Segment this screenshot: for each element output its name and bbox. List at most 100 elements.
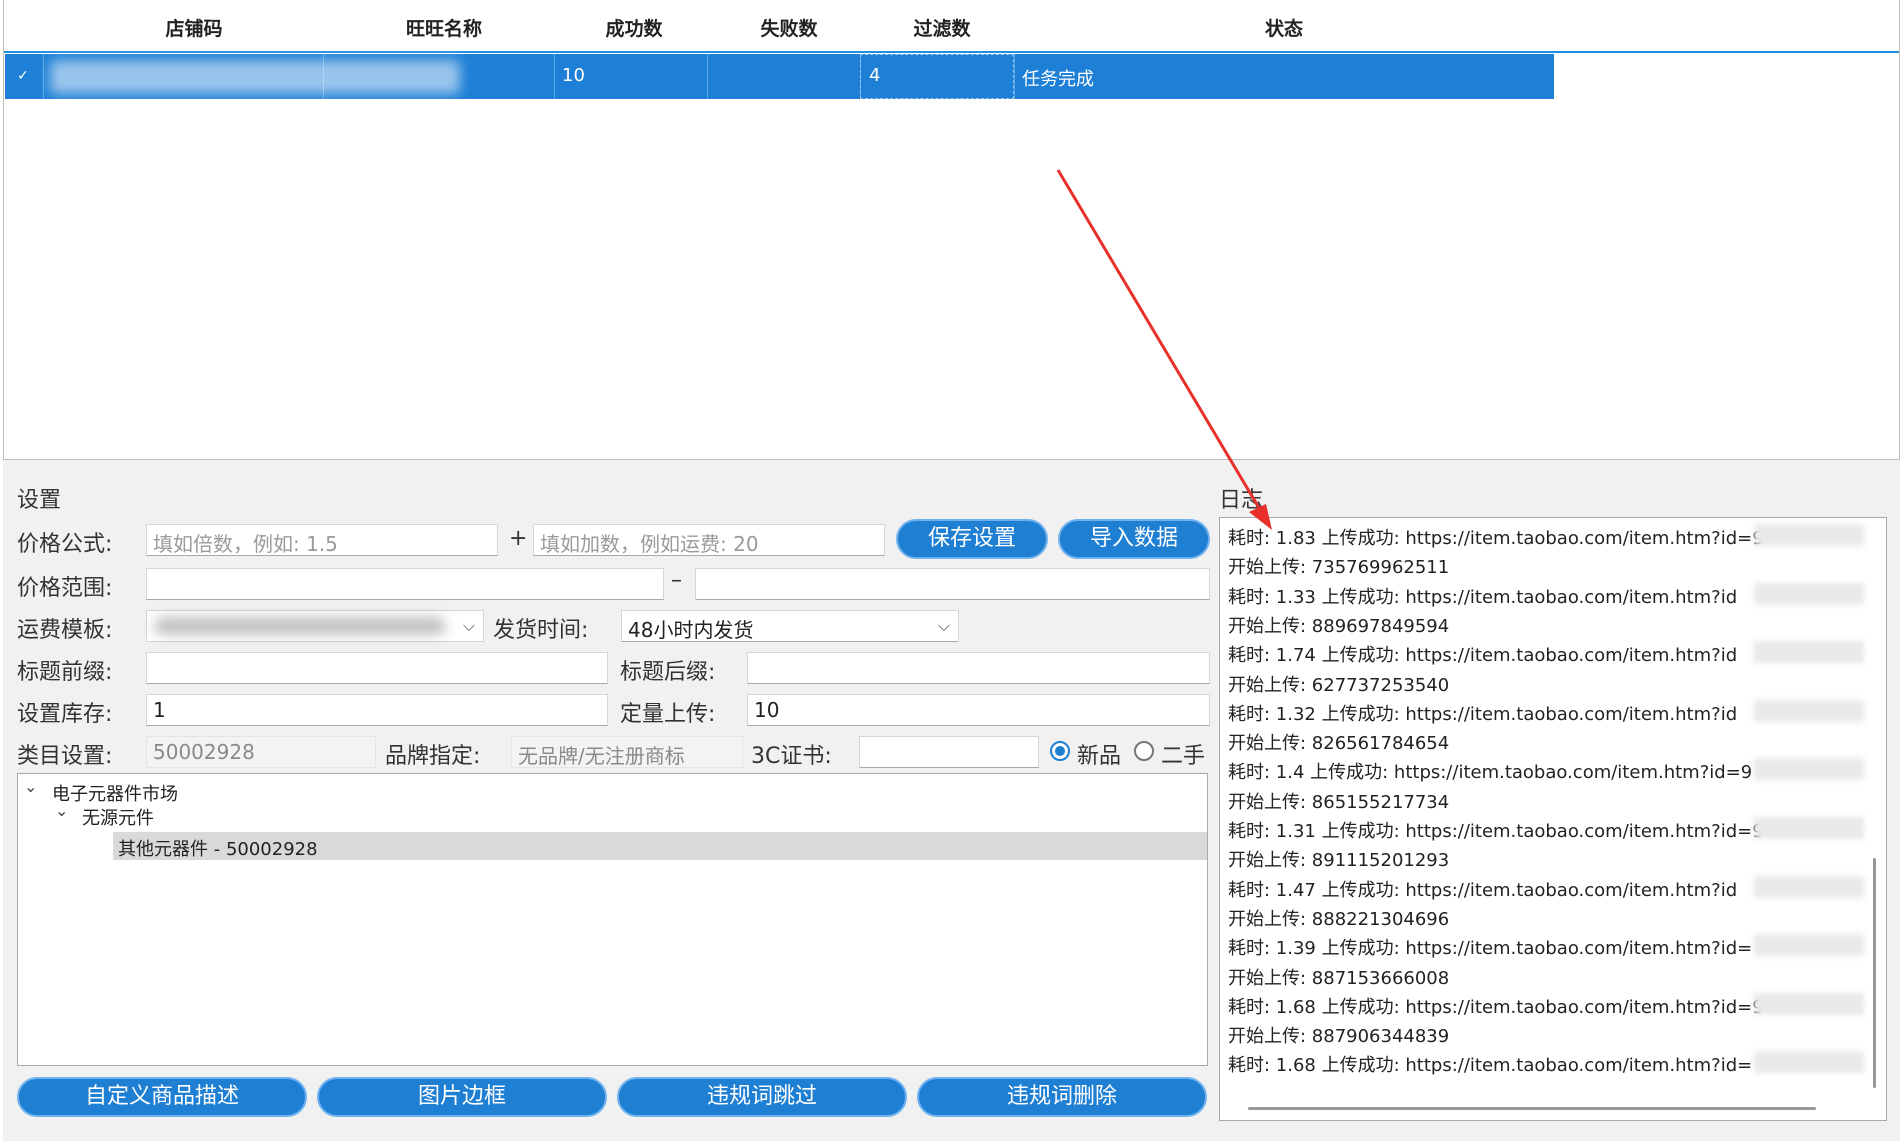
lower-panel: 设置 价格公式: 填如倍数，例如: 1.5 + 填如加数，例如运费: 20 保存… <box>3 460 1900 1141</box>
tree-node-child[interactable]: 无源元件 <box>82 804 154 830</box>
brand-input: 无品牌/无注册商标 <box>511 736 743 768</box>
redacted-item-id <box>1754 817 1864 839</box>
log-line: 耗时: 1.74 上传成功: https://item.taobao.com/i… <box>1228 645 1738 667</box>
category-label: 类目设置: <box>17 744 113 769</box>
column-divider <box>554 54 555 99</box>
log-line: 耗时: 1.83 上传成功: https://item.taobao.com/i… <box>1228 528 1764 549</box>
task-grid: 店铺码 旺旺名称 成功数 失败数 过滤数 状态 ✓ 10 4 任务完成 <box>3 0 1900 460</box>
log-line: 开始上传: 887906344839 <box>1228 1026 1450 1048</box>
redacted-item-id <box>1754 992 1864 1015</box>
col-header-success[interactable]: 成功数 <box>599 14 669 41</box>
quota-label: 定量上传: <box>620 702 716 727</box>
price-range-max-input[interactable] <box>695 568 1210 600</box>
log-line: 耗时: 1.47 上传成功: https://item.taobao.com/i… <box>1228 879 1738 901</box>
log-line: 耗时: 1.31 上传成功: https://item.taobao.com/i… <box>1228 821 1764 842</box>
price-range-min-input[interactable] <box>146 568 664 600</box>
tree-node-leaf[interactable]: 其他元器件 - 50002928 <box>118 835 318 861</box>
delivery-time-select[interactable]: 48小时内发货 ⌵ <box>621 610 959 642</box>
tree-node-root[interactable]: 电子元器件市场 <box>52 780 178 806</box>
price-formula-label: 价格公式: <box>17 532 113 557</box>
column-divider <box>43 54 44 99</box>
category-tree: ⌄ 电子元器件市场 ⌄ 无源元件 其他元器件 - 50002928 <box>17 773 1208 1066</box>
cell-success: 10 <box>562 65 585 86</box>
delivery-time-label: 发货时间: <box>493 618 589 643</box>
condition-new-label: 新品 <box>1077 744 1122 769</box>
redacted-item-id <box>1754 875 1864 898</box>
log-line: 耗时: 1.68 上传成功: https://item.taobao.com/i… <box>1228 1055 1753 1077</box>
log-line: 开始上传: 889697849594 <box>1228 615 1450 637</box>
cell-filtered: 4 <box>869 65 881 86</box>
redacted-item-id <box>1754 934 1864 957</box>
save-settings-button[interactable]: 保存设置 <box>896 519 1048 559</box>
stock-input[interactable]: 1 <box>146 694 608 726</box>
chevron-down-icon[interactable]: ⌄ <box>55 801 68 820</box>
range-dash: – <box>671 568 682 593</box>
log-line: 开始上传: 887153666008 <box>1228 967 1450 989</box>
log-line: 开始上传: 627737253540 <box>1228 674 1450 696</box>
log-line: 耗时: 1.4 上传成功: https://item.taobao.com/it… <box>1228 762 1753 784</box>
brand-label: 品牌指定: <box>385 744 481 769</box>
plus-sign: + <box>509 526 528 551</box>
log-line: 开始上传: 888221304696 <box>1228 908 1450 930</box>
column-divider <box>1014 54 1015 99</box>
col-header-failed[interactable]: 失败数 <box>754 14 824 41</box>
log-panel[interactable]: 耗时: 1.83 上传成功: https://item.taobao.com/i… <box>1219 517 1887 1121</box>
redacted-item-id <box>1754 1051 1864 1074</box>
log-line: 开始上传: 826561784654 <box>1228 733 1450 755</box>
redacted-shop-info <box>50 60 460 94</box>
log-line: 开始上传: 735769962511 <box>1228 557 1450 579</box>
log-horizontal-scrollbar[interactable] <box>1248 1107 1816 1110</box>
shipping-template-label: 运费模板: <box>17 618 113 643</box>
delivery-time-value: 48小时内发货 <box>628 618 754 642</box>
skip-banned-words-button[interactable]: 违规词跳过 <box>617 1077 907 1117</box>
col-header-wangwang[interactable]: 旺旺名称 <box>399 14 489 41</box>
category-input: 50002928 <box>146 736 376 768</box>
redacted-item-id <box>1754 699 1864 722</box>
delete-banned-words-button[interactable]: 违规词删除 <box>917 1077 1207 1117</box>
grid-header: 店铺码 旺旺名称 成功数 失败数 过滤数 状态 <box>4 0 1899 53</box>
settings-title: 设置 <box>17 488 62 513</box>
price-range-label: 价格范围: <box>17 576 113 601</box>
col-header-shop-code[interactable]: 店铺码 <box>154 14 234 41</box>
cert-label: 3C证书: <box>751 744 832 769</box>
log-line: 耗时: 1.33 上传成功: https://item.taobao.com/i… <box>1228 586 1738 608</box>
column-divider <box>707 54 708 99</box>
table-row[interactable]: ✓ 10 4 任务完成 <box>5 54 1554 99</box>
chevron-down-icon: ⌵ <box>937 616 950 635</box>
row-checkbox[interactable]: ✓ <box>14 67 32 85</box>
import-data-button[interactable]: 导入数据 <box>1058 519 1210 559</box>
condition-used-label: 二手 <box>1161 744 1206 769</box>
condition-new-radio[interactable] <box>1050 741 1070 761</box>
col-header-status[interactable]: 状态 <box>1254 14 1314 41</box>
price-add-input[interactable]: 填如加数，例如运费: 20 <box>533 524 885 556</box>
redacted-item-id <box>1754 524 1864 546</box>
title-prefix-label: 标题前缀: <box>17 660 113 685</box>
log-line: 耗时: 1.68 上传成功: https://item.taobao.com/i… <box>1228 996 1764 1018</box>
redacted-item-id <box>1754 582 1864 605</box>
cert-input[interactable] <box>859 736 1039 768</box>
title-suffix-label: 标题后缀: <box>620 660 716 685</box>
redacted-item-id <box>1754 641 1864 664</box>
price-multiplier-input[interactable]: 填如倍数，例如: 1.5 <box>146 524 498 556</box>
col-header-filtered[interactable]: 过滤数 <box>907 14 977 41</box>
image-border-button[interactable]: 图片边框 <box>317 1077 607 1117</box>
log-vertical-scrollbar[interactable] <box>1873 858 1876 1088</box>
redacted-template <box>155 617 445 635</box>
shipping-template-select[interactable]: ⌵ <box>146 610 484 642</box>
log-line: 耗时: 1.39 上传成功: https://item.taobao.com/i… <box>1228 938 1753 960</box>
condition-used-radio[interactable] <box>1134 741 1154 761</box>
log-line: 开始上传: 891115201293 <box>1228 850 1450 872</box>
chevron-down-icon[interactable]: ⌄ <box>24 777 37 796</box>
custom-description-button[interactable]: 自定义商品描述 <box>17 1077 307 1117</box>
stock-label: 设置库存: <box>17 702 113 727</box>
log-title: 日志 <box>1219 488 1264 513</box>
cell-status: 任务完成 <box>1022 69 1094 90</box>
log-line: 耗时: 1.32 上传成功: https://item.taobao.com/i… <box>1228 703 1738 725</box>
quota-input[interactable]: 10 <box>747 694 1210 726</box>
chevron-down-icon: ⌵ <box>462 616 475 635</box>
redacted-item-id <box>1754 758 1864 781</box>
title-suffix-input[interactable] <box>747 652 1210 684</box>
cell-focus-box <box>860 54 1014 99</box>
log-line: 开始上传: 865155217734 <box>1228 791 1450 813</box>
title-prefix-input[interactable] <box>146 652 608 684</box>
